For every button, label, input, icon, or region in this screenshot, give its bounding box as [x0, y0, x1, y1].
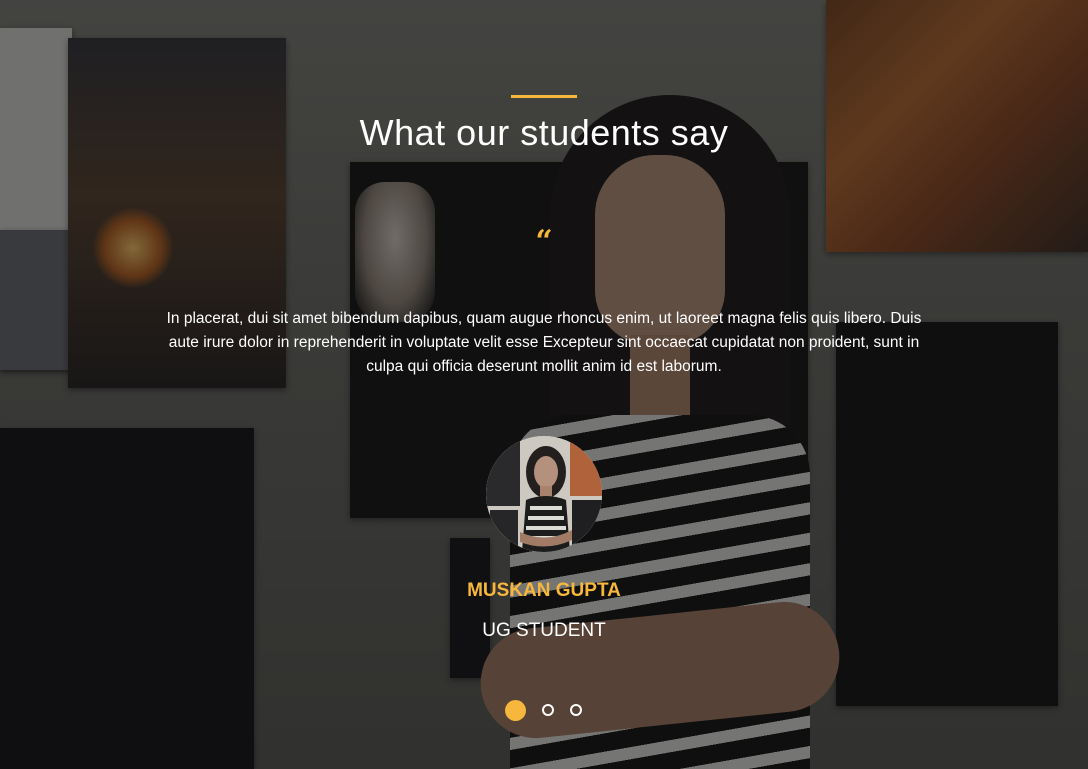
section-title: What our students say	[359, 112, 729, 153]
student-name: MUSKAN GUPTA	[467, 580, 621, 601]
title-accent-line	[511, 95, 577, 98]
testimonial-content: What our students say “ In placerat, dui…	[0, 0, 1088, 769]
testimonials-section: What our students say “ In placerat, dui…	[0, 0, 1088, 769]
student-role: UG STUDENT	[482, 620, 606, 641]
testimonial-text: In placerat, dui sit amet bibendum dapib…	[166, 310, 922, 375]
quote-open-icon: “	[535, 224, 553, 259]
carousel-dot-2[interactable]	[542, 704, 554, 716]
carousel-dot-1[interactable]	[505, 699, 526, 721]
carousel-dot-3[interactable]	[570, 704, 582, 716]
carousel-pagination	[505, 699, 582, 721]
avatar	[486, 436, 602, 552]
